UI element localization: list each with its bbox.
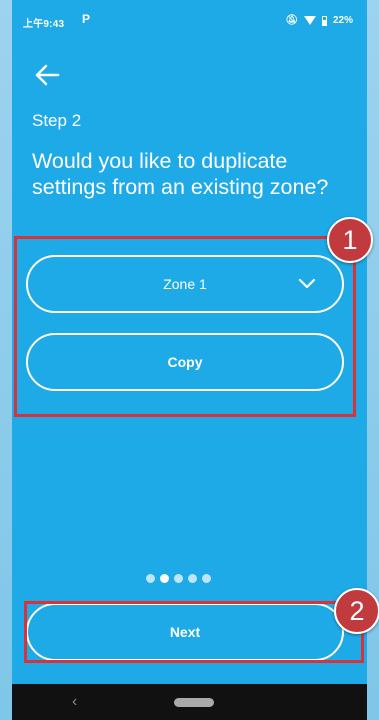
back-arrow-icon[interactable] [32,60,62,90]
nav-home-pill[interactable] [174,698,214,707]
mute-icon: 🔕︎ [285,15,298,26]
annotation-badge-1: 1 [327,217,373,263]
status-time: 上午9:43 [23,19,65,30]
page-dot [202,574,211,583]
system-nav-bar: ‹ [12,684,367,720]
status-icons: 🔕︎ 22% [285,15,353,26]
page-dot-active [160,574,169,583]
nav-back-icon[interactable]: ‹ [72,693,77,711]
annotation-badge-2: 2 [334,588,379,634]
status-bar: 上午9:43 P 🔕︎ 22% [12,0,367,40]
annotation-box-1 [14,236,356,417]
app-notification-icon: P [82,12,91,26]
page-dot [188,574,197,583]
page-dot [146,574,155,583]
annotation-box-2 [24,601,364,663]
step-label: Step 2 [32,111,82,130]
page-dot [174,574,183,583]
page-indicator [146,574,211,583]
wifi-icon [303,16,316,25]
battery-icon [321,15,327,26]
question-heading: Would you like to duplicate settings fro… [32,149,329,199]
battery-percentage: 22% [332,15,353,26]
